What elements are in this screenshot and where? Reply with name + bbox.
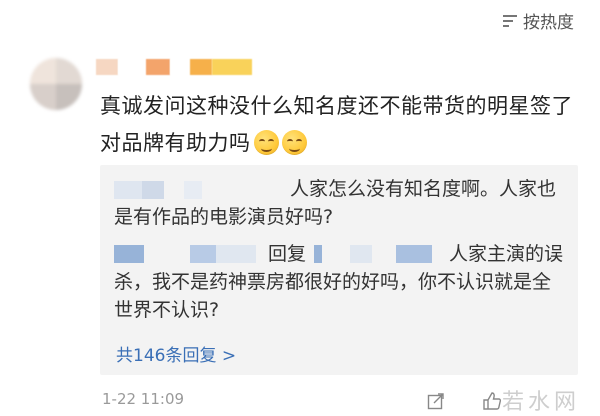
sort-by-hot-button[interactable]: 按热度 [501,8,574,33]
timestamp: 1-22 11:09 [102,390,185,408]
reply-user-mosaic[interactable] [114,245,256,263]
comment-body: 真诚发问这种没什么知名度还不能带货的明星签了对品牌有助力吗 [100,94,573,155]
sort-icon [503,14,517,27]
username-mosaic[interactable] [96,59,252,75]
reply-box: 人家怎么没有知名度啊。人家也是有作品的电影演员好吗? 回复 人家主演的误 杀，我… [100,165,578,375]
reply-text-line1: 人家主演的误 [449,243,564,265]
like-icon[interactable] [482,391,502,411]
reply-label: 回复 [268,243,307,265]
reply-target-mosaic[interactable] [314,245,432,263]
view-replies-link[interactable]: 共146条回复 > [116,341,236,366]
grin-emoji-icon [281,130,307,155]
sort-label: 按热度 [523,13,574,33]
watermark: 若水网 [501,390,580,415]
comment-text: 真诚发问这种没什么知名度还不能带货的明星签了对品牌有助力吗 [100,88,580,162]
reply-text: 人家怎么没有知名度啊。人家也是有作品的电影演员好吗? [114,178,557,228]
reply-text: 杀，我不是药神票房都很好的好吗，你不认识就是全世界不认识? [114,271,552,321]
share-icon[interactable] [427,392,445,410]
grin-emoji-icon [253,130,279,155]
avatar[interactable] [30,58,82,110]
